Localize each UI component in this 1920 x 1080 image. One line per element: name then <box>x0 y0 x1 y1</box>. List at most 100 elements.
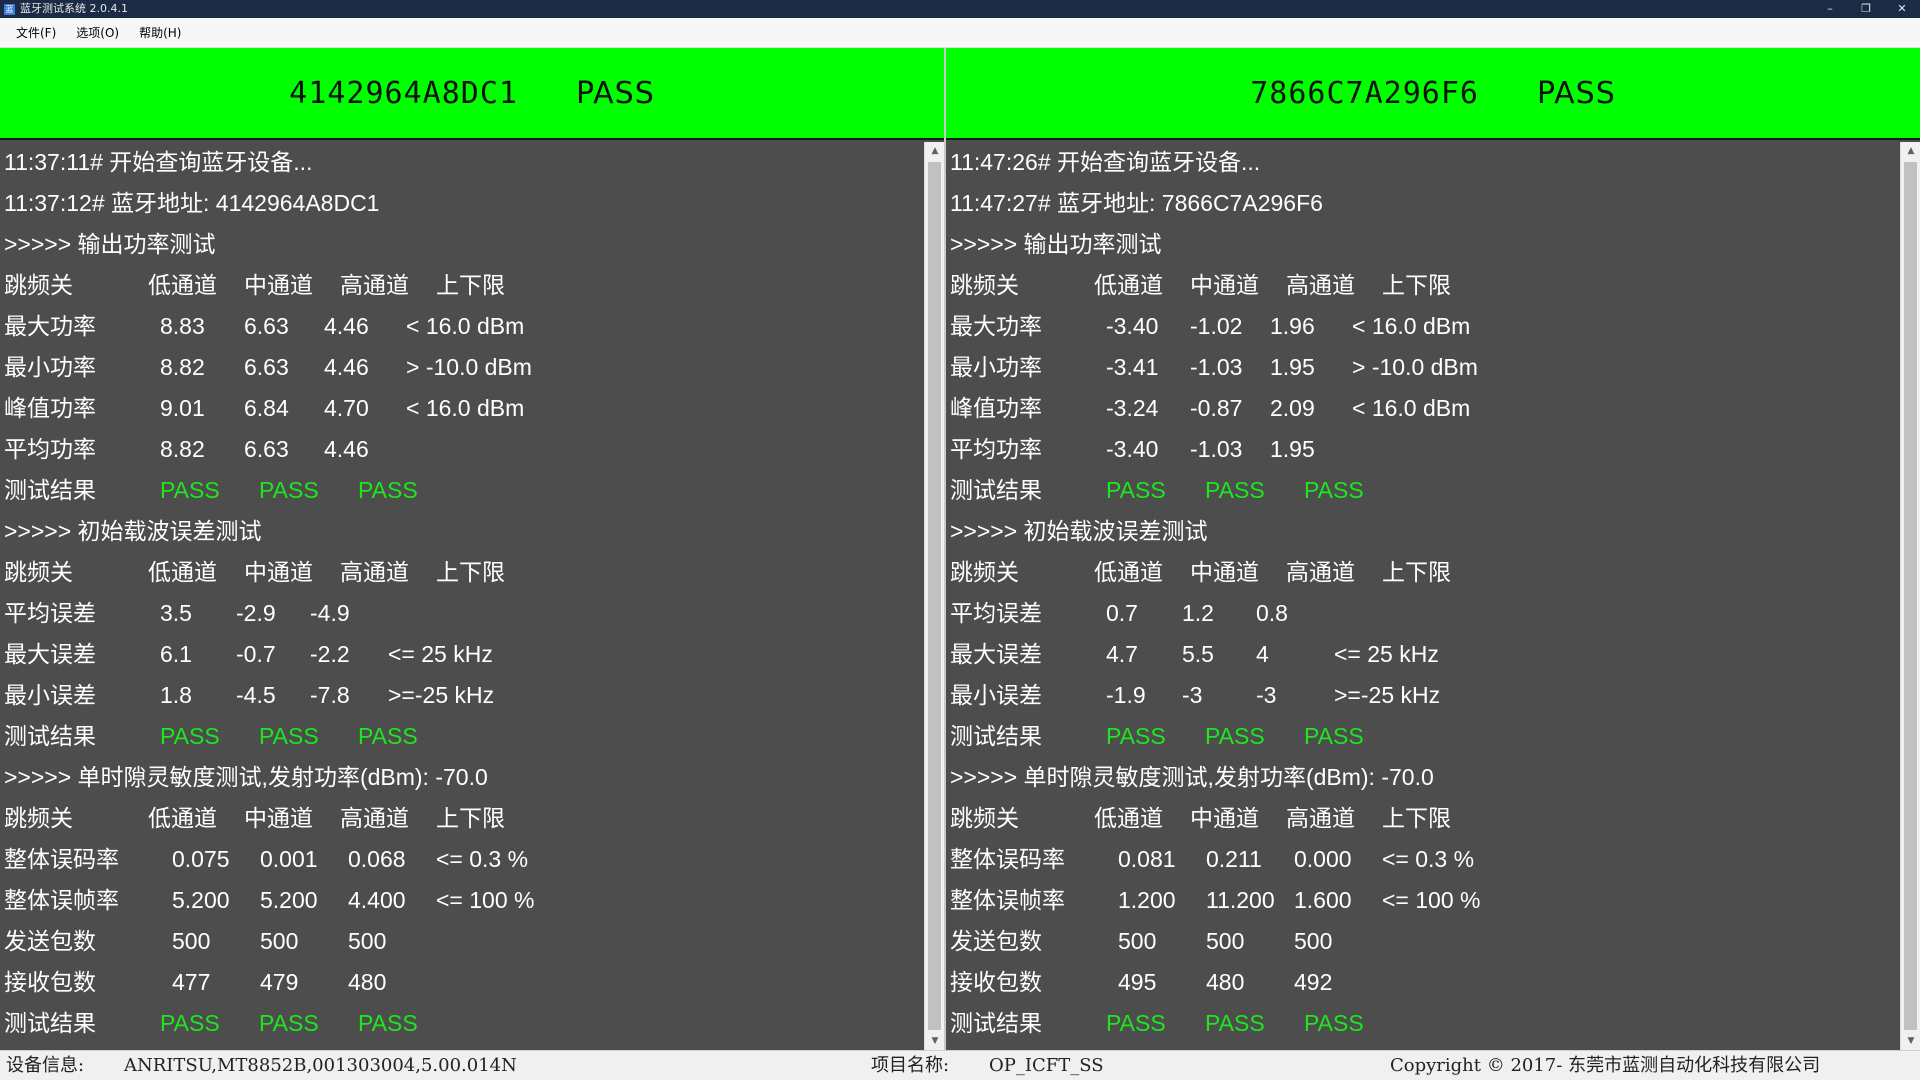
row-label: 最大误差 <box>4 641 96 667</box>
log-output[interactable]: 11:37:11# 开始查询蓝牙设备... 11:37:12# 蓝牙地址: 414… <box>0 142 924 1050</box>
value-cell: -4.5 <box>236 682 276 708</box>
scroll-up-arrow-icon[interactable]: ▲ <box>1901 142 1920 160</box>
row-label: 测试结果 <box>4 723 96 749</box>
column-header: 上下限 <box>436 559 505 585</box>
project-name-value: OP_ICFT_SS <box>989 1055 1104 1076</box>
column-header: 上下限 <box>1382 272 1451 298</box>
row-label: 测试结果 <box>950 1010 1042 1036</box>
row-label: 最大功率 <box>4 313 96 339</box>
value-cell: -3.40 <box>1106 313 1159 339</box>
value-cell: 500 <box>1294 928 1333 954</box>
section-title: >>>>> 输出功率测试 <box>950 231 1162 257</box>
value-cell: -1.03 <box>1190 436 1243 462</box>
pass-badge: PASS <box>259 477 319 503</box>
table-row: 最大误差 6.1 -0.7 -2.2 <= 25 kHz <box>4 636 904 672</box>
title-bar: 蓝 蓝牙测试系统 2.0.4.1 – ❐ ✕ <box>0 0 1920 18</box>
limit-cell: <= 100 % <box>436 887 535 913</box>
close-button[interactable]: ✕ <box>1884 0 1920 18</box>
limit-cell: <= 100 % <box>1382 887 1481 913</box>
column-header: 中通道 <box>244 559 313 585</box>
value-cell: -4.9 <box>310 600 350 626</box>
menu-help[interactable]: 帮助(H) <box>129 18 191 48</box>
scroll-up-arrow-icon[interactable]: ▲ <box>925 142 945 160</box>
column-header: 高通道 <box>340 805 409 831</box>
table-header-row: 跳频关 低通道 中通道 高通道 上下限 <box>950 800 1850 836</box>
overall-status: PASS <box>1536 75 1616 111</box>
test-result-row: 测试结果 PASS PASS PASS <box>4 1005 904 1041</box>
scroll-down-arrow-icon[interactable]: ▼ <box>1901 1032 1920 1050</box>
value-cell: 6.63 <box>244 313 289 339</box>
column-header: 上下限 <box>1382 805 1451 831</box>
table-row: 整体误帧率 1.200 11.200 1.600 <= 100 % <box>950 882 1850 918</box>
value-cell: -2.9 <box>236 600 276 626</box>
test-result-row: 测试结果 PASS PASS PASS <box>950 1005 1850 1041</box>
value-cell: 495 <box>1118 969 1157 995</box>
table-row: 发送包数 500 500 500 <box>950 923 1850 959</box>
table-row: 接收包数 495 480 492 <box>950 964 1850 1000</box>
scroll-down-arrow-icon[interactable]: ▼ <box>925 1032 945 1050</box>
column-header: 跳频关 <box>4 559 73 585</box>
pass-badge: PASS <box>1304 477 1364 503</box>
column-header: 上下限 <box>436 805 505 831</box>
log-output[interactable]: 11:47:26# 开始查询蓝牙设备... 11:47:27# 蓝牙地址: 786… <box>946 142 1900 1050</box>
value-cell: 1.200 <box>1118 887 1176 913</box>
table-row: 最大功率 -3.40 -1.02 1.96 < 16.0 dBm <box>950 308 1850 344</box>
menu-options[interactable]: 选项(O) <box>66 18 129 48</box>
value-cell: 480 <box>1206 969 1245 995</box>
value-cell: 0.075 <box>172 846 230 872</box>
project-name-label: 项目名称: <box>871 1055 950 1076</box>
vertical-scrollbar[interactable]: ▲ ▼ <box>924 142 944 1050</box>
table-row: 平均误差 3.5 -2.9 -4.9 <box>4 595 904 631</box>
pass-badge: PASS <box>1205 1010 1265 1036</box>
pass-badge: PASS <box>259 723 319 749</box>
column-header: 低通道 <box>148 559 217 585</box>
row-label: 平均功率 <box>4 436 96 462</box>
pass-badge: PASS <box>160 723 220 749</box>
pass-badge: PASS <box>358 477 418 503</box>
row-label: 最大功率 <box>950 313 1042 339</box>
column-header: 高通道 <box>1286 805 1355 831</box>
value-cell: 0.8 <box>1256 600 1288 626</box>
window-title: 蓝牙测试系统 2.0.4.1 <box>20 2 128 15</box>
value-cell: -3.24 <box>1106 395 1159 421</box>
vertical-scrollbar[interactable]: ▲ ▼ <box>1900 142 1920 1050</box>
value-cell: 1.95 <box>1270 436 1315 462</box>
value-cell: 6.63 <box>244 354 289 380</box>
value-cell: 8.82 <box>160 436 205 462</box>
test-result-row: 测试结果 PASS PASS PASS <box>950 472 1850 508</box>
pass-badge: PASS <box>1205 723 1265 749</box>
minimize-button[interactable]: – <box>1812 0 1848 18</box>
pass-badge: PASS <box>1106 723 1166 749</box>
scroll-thumb[interactable] <box>1904 162 1917 1030</box>
section-title: >>>>> 输出功率测试 <box>4 231 216 257</box>
row-label: 接收包数 <box>4 969 96 995</box>
column-header: 低通道 <box>1094 805 1163 831</box>
value-cell: 1.96 <box>1270 313 1315 339</box>
value-cell: -3 <box>1182 682 1203 708</box>
overall-status: PASS <box>575 75 655 111</box>
column-header: 中通道 <box>244 272 313 298</box>
section-title: >>>>> 单时隙灵敏度测试,发射功率(dBm): -70.0 <box>950 764 1434 790</box>
log-line: 11:47:27# 蓝牙地址: 7866C7A296F6 <box>950 190 1323 216</box>
value-cell: 4.46 <box>324 354 369 380</box>
status-bar: 设备信息: ANRITSU,MT8852B,001303004,5.00.014… <box>0 1050 1920 1080</box>
value-cell: 9.01 <box>160 395 205 421</box>
limit-cell: > -10.0 dBm <box>1352 354 1478 380</box>
table-row: 平均功率 8.82 6.63 4.46 <box>4 431 904 467</box>
pass-badge: PASS <box>1106 477 1166 503</box>
restore-button[interactable]: ❐ <box>1848 0 1884 18</box>
value-cell: 1.8 <box>160 682 192 708</box>
table-row: 接收包数 477 479 480 <box>4 964 904 1000</box>
table-row: 峰值功率 -3.24 -0.87 2.09 < 16.0 dBm <box>950 390 1850 426</box>
value-cell: 0.068 <box>348 846 406 872</box>
scroll-thumb[interactable] <box>928 162 941 1030</box>
pass-badge: PASS <box>358 1010 418 1036</box>
value-cell: 1.2 <box>1182 600 1214 626</box>
menu-file[interactable]: 文件(F) <box>6 18 66 48</box>
pass-badge: PASS <box>1106 1010 1166 1036</box>
value-cell: 500 <box>260 928 299 954</box>
table-row: 平均功率 -3.40 -1.03 1.95 <box>950 431 1850 467</box>
value-cell: -3.40 <box>1106 436 1159 462</box>
value-cell: 500 <box>348 928 387 954</box>
value-cell: 477 <box>172 969 211 995</box>
